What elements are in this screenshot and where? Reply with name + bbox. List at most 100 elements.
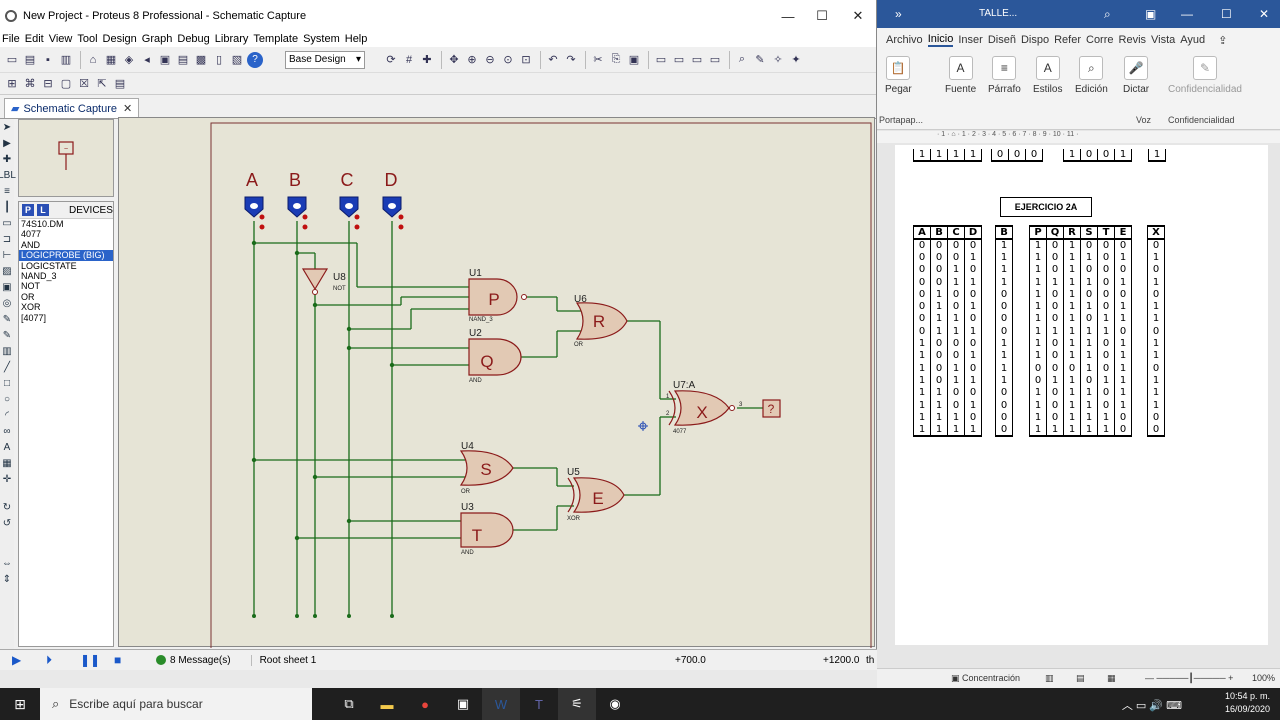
maximize-button[interactable]: ☐ xyxy=(804,0,840,32)
buses-icon[interactable]: ┃ xyxy=(0,199,14,215)
tab-referencias[interactable]: Refer xyxy=(1054,34,1081,46)
selection-mode-icon[interactable]: ➤ xyxy=(0,119,14,135)
wire-label-icon[interactable]: LBL xyxy=(0,167,16,183)
clock[interactable]: 10:54 p. m. 16/09/2020 xyxy=(1225,690,1270,716)
netlist-icon[interactable]: ▤ xyxy=(112,76,128,92)
maximize-button[interactable]: ☐ xyxy=(1221,7,1232,21)
pcb-icon[interactable]: ◈ xyxy=(121,52,137,68)
circle-icon[interactable]: ○ xyxy=(0,391,14,407)
3d-icon[interactable]: ▣ xyxy=(157,52,173,68)
zoom-out-icon[interactable]: ⊖ xyxy=(482,52,498,68)
ribbon-display-icon[interactable]: ▣ xyxy=(1145,7,1156,21)
paste-icon[interactable]: ▣ xyxy=(626,52,642,68)
device-item[interactable]: AND xyxy=(19,240,113,250)
zoom-slider[interactable]: — ─────┃───── + xyxy=(1145,673,1233,684)
device-item[interactable]: [4077] xyxy=(19,313,113,323)
help-icon[interactable]: ? xyxy=(247,51,263,68)
tape-recorder-icon[interactable]: ▣ xyxy=(0,279,14,295)
menu-help[interactable]: Help xyxy=(345,32,373,47)
tab-disposicion[interactable]: Dispo xyxy=(1021,34,1049,46)
rotate-cw-icon[interactable]: ↻ xyxy=(0,499,14,515)
tab-inicio[interactable]: Inicio xyxy=(927,33,954,47)
menu-system[interactable]: System xyxy=(303,32,345,47)
pause-simulation-button[interactable]: ❚❚ xyxy=(80,653,102,667)
print-layout-icon[interactable]: ▤ xyxy=(1076,673,1085,684)
cut-icon[interactable]: ✂ xyxy=(590,52,606,68)
tab-correspondencia[interactable]: Corre xyxy=(1086,34,1114,46)
current-probe-icon[interactable]: ✎ xyxy=(0,327,14,343)
property-assign-icon[interactable]: ⊟ xyxy=(40,76,56,92)
search-icon[interactable]: ⌕ xyxy=(1104,7,1111,22)
minimize-button[interactable]: — xyxy=(1181,7,1193,21)
block-move-icon[interactable]: ▭ xyxy=(671,52,687,68)
device-item[interactable]: NOT xyxy=(19,281,113,291)
save-icon[interactable]: ▪ xyxy=(40,52,56,68)
make-device-icon[interactable]: ✎ xyxy=(752,52,768,68)
new-file-icon[interactable]: ▭ xyxy=(4,52,20,68)
web-layout-icon[interactable]: ▦ xyxy=(1107,673,1116,684)
search-tag-icon[interactable]: ⌘ xyxy=(22,76,38,92)
mirror-y-icon[interactable]: ⇕ xyxy=(0,571,14,587)
decompose-icon[interactable]: ✦ xyxy=(788,52,804,68)
minimize-button[interactable]: — xyxy=(770,0,806,32)
tab-insertar[interactable]: Inser xyxy=(958,34,982,46)
file-explorer-icon[interactable]: ▬ xyxy=(368,688,406,720)
packaging-icon[interactable]: ✧ xyxy=(770,52,786,68)
device-item[interactable]: NAND_3 xyxy=(19,271,113,281)
close-tab-icon[interactable]: ✕ xyxy=(123,102,132,115)
marker-icon[interactable]: ✛ xyxy=(0,471,14,487)
tab-schematic-capture[interactable]: ▰ Schematic Capture ✕ xyxy=(4,98,140,118)
block-delete-icon[interactable]: ▭ xyxy=(707,52,723,68)
zoom-level[interactable]: 100% xyxy=(1252,673,1275,683)
project-notes-icon[interactable]: ▯ xyxy=(211,52,227,68)
zoom-in-icon[interactable]: ⊕ xyxy=(464,52,480,68)
menu-edit[interactable]: Edit xyxy=(25,32,49,47)
messages-indicator[interactable]: 8 Message(s) xyxy=(156,655,231,666)
menu-library[interactable]: Library xyxy=(215,32,254,47)
bom-icon[interactable]: ▤ xyxy=(175,52,191,68)
edicion-button[interactable]: ⌕ Edición xyxy=(1075,56,1108,95)
close-button[interactable]: ✕ xyxy=(840,0,876,32)
mirror-x-icon[interactable]: ⇔ xyxy=(0,555,14,571)
focus-mode-button[interactable]: ▣ Concentración xyxy=(951,673,1020,684)
device-item[interactable]: LOGICSTATE xyxy=(19,261,113,271)
confidencialidad-button[interactable]: ✎ Confidencialidad xyxy=(1168,56,1242,95)
windows-start-icon[interactable]: ⊞ xyxy=(0,696,40,713)
device-pins-icon[interactable]: ⊢ xyxy=(0,247,14,263)
arc-icon[interactable]: ◜ xyxy=(0,407,14,423)
menu-file[interactable]: File xyxy=(2,32,25,47)
read-mode-icon[interactable]: ▥ xyxy=(1045,673,1054,684)
device-item[interactable]: XOR xyxy=(19,302,113,312)
block-rotate-icon[interactable]: ▭ xyxy=(689,52,705,68)
line-icon[interactable]: ╱ xyxy=(0,359,14,375)
zoom-area-icon[interactable]: ⊡ xyxy=(518,52,534,68)
junction-dot-icon[interactable]: ✚ xyxy=(0,151,14,167)
expand-icon[interactable]: » xyxy=(895,7,902,21)
fuente-button[interactable]: A Fuente xyxy=(945,56,976,95)
refresh-icon[interactable]: ⟳ xyxy=(383,52,399,68)
open-file-icon[interactable]: ▤ xyxy=(22,52,38,68)
remove-sheet-icon[interactable]: ☒ xyxy=(76,76,92,92)
import-icon[interactable]: ▥ xyxy=(58,52,74,68)
gerber-icon[interactable]: ◂ xyxy=(139,52,155,68)
device-item[interactable]: 74S10.DM xyxy=(19,219,113,229)
schematic-icon[interactable]: ▦ xyxy=(103,52,119,68)
store-icon[interactable]: ▣ xyxy=(444,688,482,720)
text-script-icon[interactable]: ≡ xyxy=(0,183,14,199)
design-select[interactable]: Base Design ▾ xyxy=(285,50,365,69)
exit-parent-icon[interactable]: ⇱ xyxy=(94,76,110,92)
undo-icon[interactable]: ↶ xyxy=(545,52,561,68)
run-simulation-button[interactable]: ▶ xyxy=(12,653,34,667)
stop-simulation-button[interactable]: ■ xyxy=(114,653,136,667)
home-icon[interactable]: ⌂ xyxy=(85,52,101,68)
virtual-instruments-icon[interactable]: ▥ xyxy=(0,343,14,359)
share-icon[interactable]: ⇪ xyxy=(1218,34,1227,47)
library-icon[interactable]: ▧ xyxy=(229,52,245,68)
search-box[interactable]: ⌕ Escribe aquí para buscar xyxy=(40,688,312,720)
device-item-selected[interactable]: LOGICPROBE (BIG) xyxy=(19,250,113,261)
graph-mode-icon[interactable]: ▨ xyxy=(0,263,14,279)
redo-icon[interactable]: ↷ xyxy=(563,52,579,68)
code-icon[interactable]: ▩ xyxy=(193,52,209,68)
menu-design[interactable]: Design xyxy=(103,32,142,47)
origin-icon[interactable]: ✚ xyxy=(419,52,435,68)
